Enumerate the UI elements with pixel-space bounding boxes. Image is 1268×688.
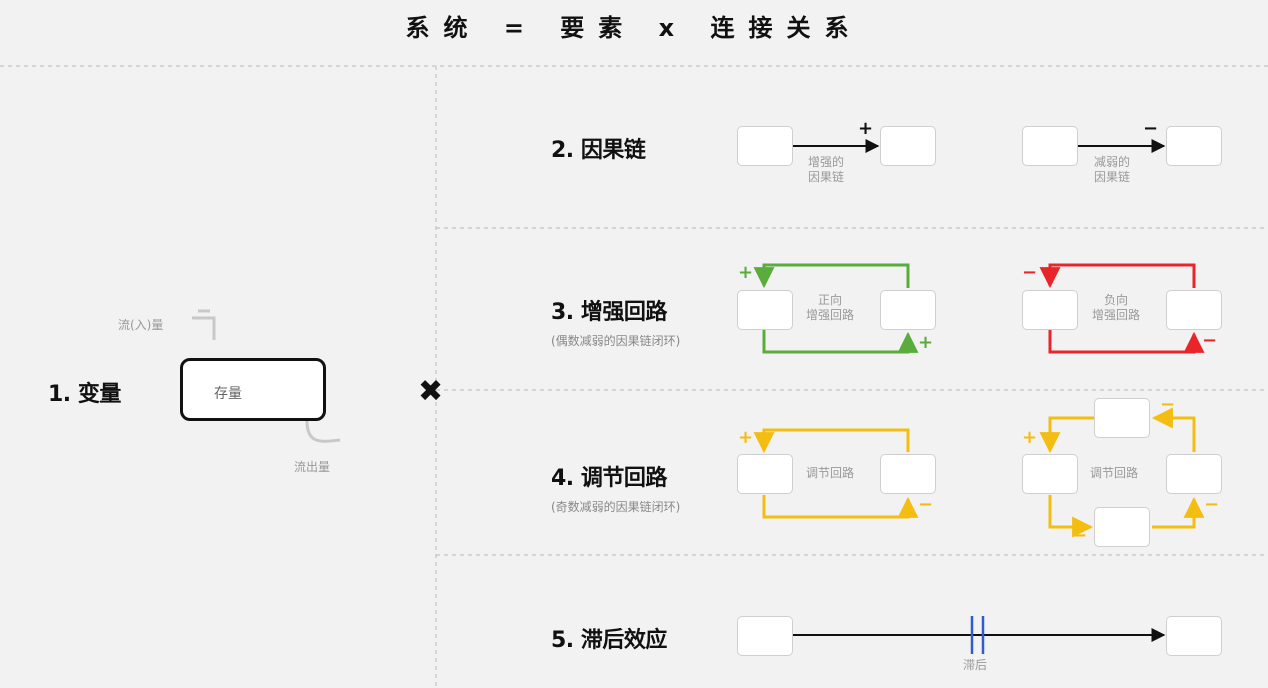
positive-loop-label: 正向 增强回路 xyxy=(806,293,855,322)
minus-sign: − xyxy=(918,494,934,515)
balancing-loop-note: (奇数减弱的因果链闭环) xyxy=(551,500,681,514)
inflow-label: 流(入)量 xyxy=(118,318,164,332)
reinforcing-chain-label: 增强的 因果链 xyxy=(808,155,845,184)
outflow-label: 流出量 xyxy=(294,460,331,474)
balancing-loop-label: 调节回路 xyxy=(1090,466,1139,480)
stock-box xyxy=(180,358,326,421)
node-box xyxy=(1166,454,1222,494)
node-box xyxy=(1022,290,1078,330)
minus-sign: − xyxy=(1143,118,1159,139)
reinforcing-loop-heading: 3. 增强回路 xyxy=(551,300,667,325)
plus-sign: + xyxy=(1022,427,1038,448)
drain-icon xyxy=(305,420,341,443)
minus-sign: − xyxy=(1160,394,1176,415)
node-box xyxy=(1166,126,1222,166)
node-box xyxy=(880,126,936,166)
balancing-chain-label: 减弱的 因果链 xyxy=(1094,155,1131,184)
node-box xyxy=(880,290,936,330)
node-box xyxy=(737,126,793,166)
plus-sign: + xyxy=(918,332,934,353)
plus-sign: + xyxy=(738,262,754,283)
node-box xyxy=(1022,454,1078,494)
variable-heading: 1. 变量 xyxy=(48,382,121,407)
minus-sign: − xyxy=(1204,494,1220,515)
node-box xyxy=(737,290,793,330)
delay-label: 滞后 xyxy=(963,658,988,672)
node-box xyxy=(880,454,936,494)
minus-sign: − xyxy=(1022,262,1038,283)
node-box xyxy=(1094,507,1150,547)
minus-sign: − xyxy=(1202,330,1218,351)
delay-heading: 5. 滞后效应 xyxy=(551,628,667,653)
node-box xyxy=(1094,398,1150,438)
multiply-icon: ✖ xyxy=(418,374,444,409)
reinforcing-loop-note: (偶数减弱的因果链闭环) xyxy=(551,334,681,348)
minus-sign: − xyxy=(1072,525,1088,546)
node-box xyxy=(737,616,793,656)
balancing-loop-heading: 4. 调节回路 xyxy=(551,466,667,491)
plus-sign: + xyxy=(738,427,754,448)
causal-chain-heading: 2. 因果链 xyxy=(551,138,646,163)
node-box xyxy=(1166,616,1222,656)
node-box xyxy=(1022,126,1078,166)
node-box xyxy=(737,454,793,494)
negative-loop-label: 负向 增强回路 xyxy=(1092,293,1141,322)
balancing-loop-label: 调节回路 xyxy=(806,466,855,480)
stock-label: 存量 xyxy=(214,386,242,402)
plus-sign: + xyxy=(858,118,874,139)
faucet-icon xyxy=(192,309,216,340)
node-box xyxy=(1166,290,1222,330)
